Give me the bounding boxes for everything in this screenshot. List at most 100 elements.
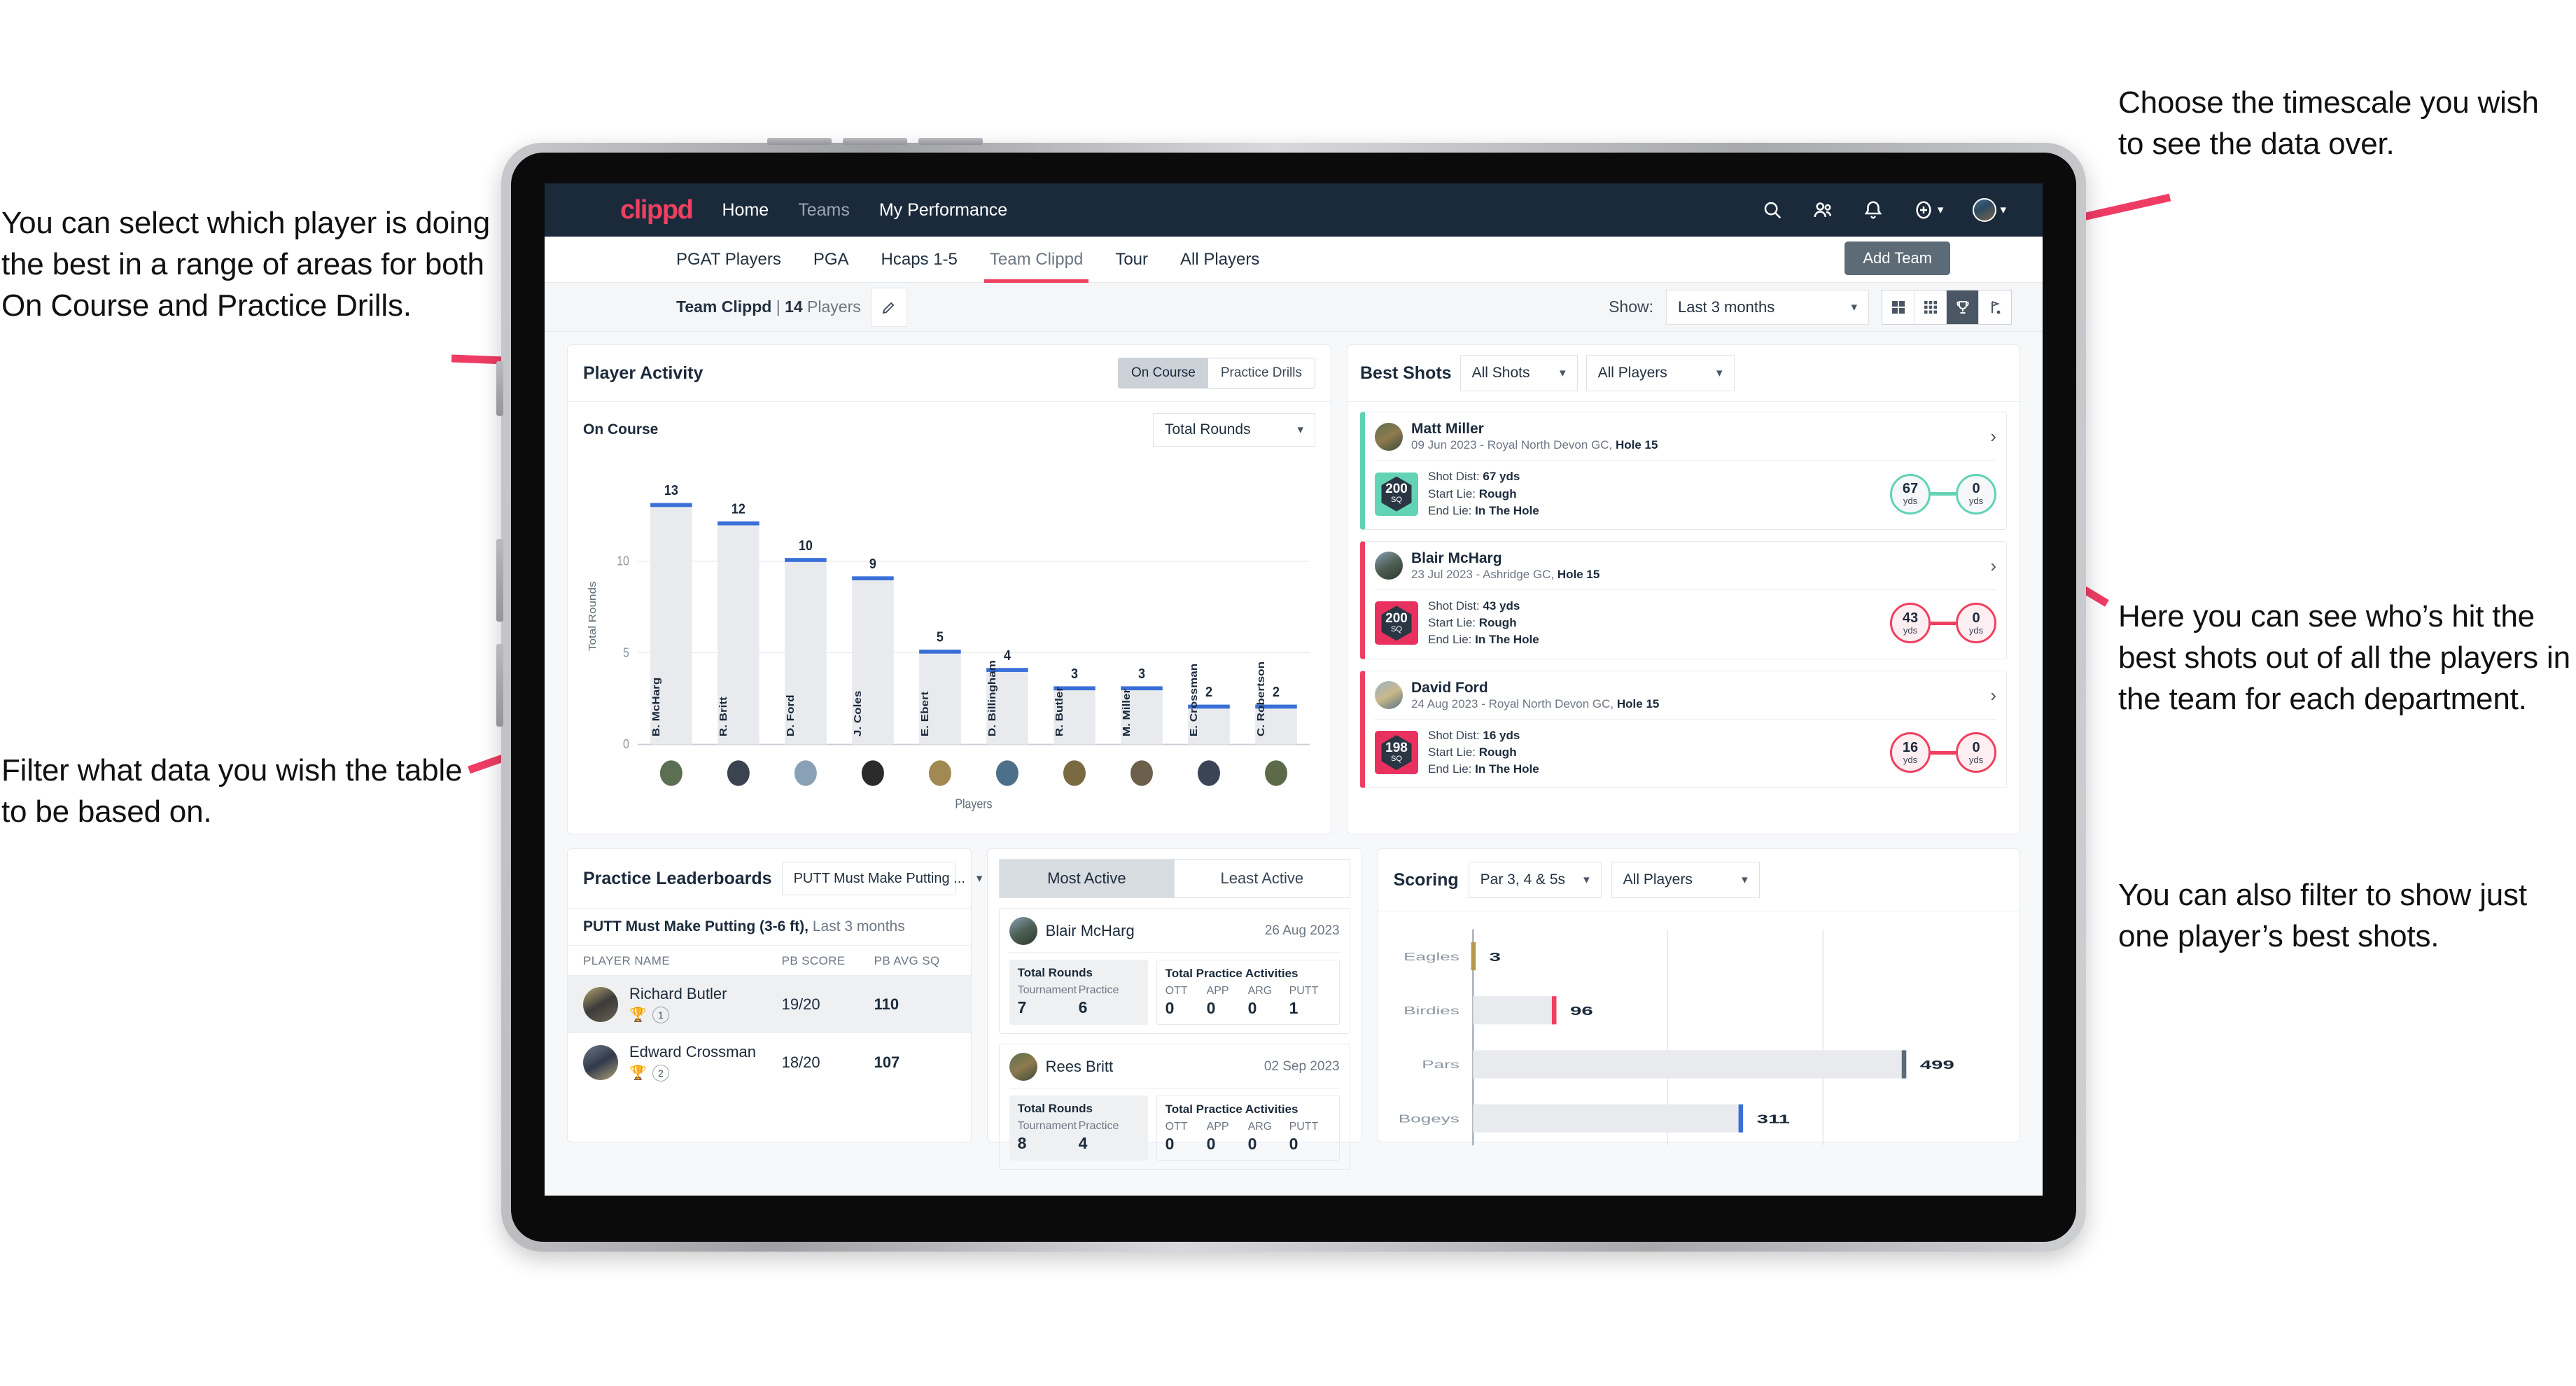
best-shot-card[interactable]: Blair McHarg 23 Jul 2023 - Ashridge GC, … xyxy=(1360,540,2007,659)
clippd-logo[interactable]: clippd xyxy=(620,195,694,225)
best-shot-hole: Hole 15 xyxy=(1616,696,1660,710)
svg-text:Birdies: Birdies xyxy=(1404,1004,1460,1016)
svg-text:C. Robertson: C. Robertson xyxy=(1255,662,1267,736)
user-menu[interactable]: ▾ xyxy=(1973,198,2006,222)
tab-pga[interactable]: PGA xyxy=(813,237,849,283)
best-shot-body: 200 SQ Shot Dist: 67 yds Start Lie: Roug… xyxy=(1375,468,1996,519)
best-shot-player-name: Blair McHarg xyxy=(1411,550,1502,566)
nav-link-my-performance[interactable]: My Performance xyxy=(879,200,1007,220)
drill-select[interactable]: PUTT Must Make Putting ... ▾ xyxy=(781,862,982,895)
tab-hcaps-1-5[interactable]: Hcaps 1-5 xyxy=(881,237,958,283)
team-players-word: Players xyxy=(802,298,861,316)
distance-diagram: 67 yds 0 yds xyxy=(1890,473,1996,514)
tab-team-clippd[interactable]: Team Clippd xyxy=(983,237,1089,283)
sq-value: 198 xyxy=(1385,741,1408,756)
sq-value: 200 xyxy=(1385,611,1408,626)
tournament-value: 7 xyxy=(1017,998,1027,1016)
best-shots-player-filter[interactable]: All Players ▾ xyxy=(1586,355,1735,391)
avatar xyxy=(1009,1053,1037,1081)
segment-practice-drills[interactable]: Practice Drills xyxy=(1208,358,1315,388)
best-shot-meta: 09 Jun 2023 - Royal North Devon GC, Hole… xyxy=(1411,438,1658,452)
view-grid-large-icon[interactable] xyxy=(1882,290,1914,324)
start-lie-value: Rough xyxy=(1478,486,1517,500)
distance-start-unit: yds xyxy=(1903,624,1918,636)
timescale-select[interactable]: Last 3 months ▾ xyxy=(1666,289,1869,325)
sq-badge: 200 SQ xyxy=(1375,472,1418,516)
best-shot-card[interactable]: Matt Miller 09 Jun 2023 - Royal North De… xyxy=(1360,412,2007,530)
nav-link-home[interactable]: Home xyxy=(722,200,769,220)
add-team-button[interactable]: Add Team xyxy=(1844,241,1950,275)
view-mode-toggle xyxy=(1882,289,2012,325)
table-row[interactable]: Edward Crossman 🏆 2 18/20 107 xyxy=(568,1033,971,1091)
nav-link-teams[interactable]: Teams xyxy=(798,200,850,220)
best-shot-card[interactable]: David Ford 24 Aug 2023 - Royal North Dev… xyxy=(1360,670,2007,789)
best-shot-identity: Matt Miller 09 Jun 2023 - Royal North De… xyxy=(1411,421,1658,452)
distance-start: 67 yds xyxy=(1890,473,1931,514)
sq-unit: SQ xyxy=(1391,755,1402,764)
chevron-right-icon[interactable]: › xyxy=(1990,685,1996,706)
edit-team-button[interactable] xyxy=(870,287,907,327)
activity-card-item[interactable]: Blair McHarg 26 Aug 2023 Total Rounds To… xyxy=(998,908,1350,1034)
avatar[interactable] xyxy=(1973,198,1997,222)
chevron-right-icon[interactable]: › xyxy=(1990,555,1996,577)
view-trophy-icon[interactable] xyxy=(1947,290,1979,324)
shot-dist-value: 43 yds xyxy=(1483,599,1520,613)
arg-stat: ARG 0 xyxy=(1248,985,1289,1018)
table-row[interactable]: Richard Butler 🏆 1 19/20 110 xyxy=(568,975,971,1033)
putt-value: 0 xyxy=(1289,1135,1298,1153)
plus-circle-icon[interactable] xyxy=(1913,200,1934,220)
player-activity-feed-card: Most Active Least Active Blair McHarg 26… xyxy=(986,848,1362,1170)
tab-all-players[interactable]: All Players xyxy=(1180,237,1259,283)
activity-card-body: Total Rounds Tournament 8 Practice 4 Tot… xyxy=(1009,1096,1340,1161)
player-activity-header: Player Activity On Course Practice Drill… xyxy=(568,345,1331,402)
svg-text:J. Coles: J. Coles xyxy=(852,691,864,737)
chevron-down-icon: ▾ xyxy=(1560,366,1566,379)
svg-text:R. Britt: R. Britt xyxy=(718,696,729,737)
people-icon[interactable] xyxy=(1812,200,1833,220)
segment-on-course[interactable]: On Course xyxy=(1119,358,1208,388)
tab-pgat-players[interactable]: PGAT Players xyxy=(676,237,781,283)
player-name: Richard Butler xyxy=(629,985,727,1002)
annotation-left-filter-table: Filter what data you wish the table to b… xyxy=(1,753,463,829)
best-shot-details: Shot Dist: 16 yds Start Lie: Rough End L… xyxy=(1428,727,1539,778)
drill-period: Last 3 months xyxy=(808,918,905,934)
divider xyxy=(1375,460,1996,461)
scoring-card: Scoring Par 3, 4 & 5s ▾ All Players ▾ Ea… xyxy=(1377,848,2020,1146)
player-name: Rees Britt xyxy=(1045,1058,1114,1075)
par-filter-select[interactable]: Par 3, 4 & 5s ▾ xyxy=(1468,862,1602,898)
distance-connector xyxy=(1931,621,1956,625)
svg-text:R. Butler: R. Butler xyxy=(1054,687,1065,736)
metric-select[interactable]: Total Rounds ▾ xyxy=(1153,413,1315,447)
svg-text:D. Billingham: D. Billingham xyxy=(986,660,998,736)
total-rounds-label: Total Rounds xyxy=(1017,966,1093,979)
pb-avg-sq-value: 110 xyxy=(874,995,899,1013)
practice-label: Practice xyxy=(1078,984,1119,996)
view-grid-small-icon[interactable] xyxy=(1914,290,1947,324)
chevron-right-icon[interactable]: › xyxy=(1990,426,1996,447)
arg-value: 0 xyxy=(1247,999,1257,1017)
tab-tour[interactable]: Tour xyxy=(1115,237,1148,283)
scoring-player-filter[interactable]: All Players ▾ xyxy=(1611,862,1760,898)
drill-name: PUTT Must Make Putting (3-6 ft), xyxy=(583,918,808,934)
search-icon[interactable] xyxy=(1762,200,1783,220)
tab-most-active[interactable]: Most Active xyxy=(999,860,1175,897)
tab-least-active[interactable]: Least Active xyxy=(1175,860,1350,897)
total-rounds-values: Tournament 7 Practice 6 xyxy=(1018,984,1140,1017)
view-flag-icon[interactable] xyxy=(1979,290,2011,324)
chevron-down-icon: ▾ xyxy=(1716,366,1723,379)
best-shot-meta: 23 Jul 2023 - Ashridge GC, Hole 15 xyxy=(1411,567,1600,582)
best-shot-header: David Ford 24 Aug 2023 - Royal North Dev… xyxy=(1375,680,1996,711)
dashboard-content: Player Activity On Course Practice Drill… xyxy=(545,332,2043,1170)
shot-dist-label: Shot Dist: xyxy=(1428,728,1483,742)
best-shots-shot-filter[interactable]: All Shots ▾ xyxy=(1460,355,1578,391)
svg-text:499: 499 xyxy=(1919,1058,1954,1072)
divider xyxy=(1375,718,1996,720)
bell-icon[interactable] xyxy=(1863,200,1884,220)
ott-label: OTT xyxy=(1165,985,1188,997)
activity-card-item[interactable]: Rees Britt 02 Sep 2023 Total Rounds Tour… xyxy=(998,1044,1350,1170)
plus-circle-menu[interactable]: ▾ xyxy=(1913,200,1943,220)
device-button-top-1 xyxy=(767,138,832,145)
putt-value: 1 xyxy=(1289,999,1298,1017)
pb-avg-sq-value: 107 xyxy=(874,1053,900,1071)
distance-end-value: 0 xyxy=(1972,481,1980,497)
